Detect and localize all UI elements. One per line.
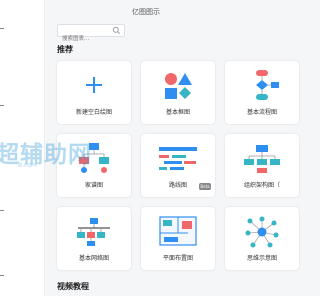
template-card-floor-plan[interactable]: 平面布置图 [141,207,215,270]
section-title-recommended: 推荐 [57,45,73,54]
search-icon[interactable] [112,26,121,35]
template-label: 平面布置图 [162,255,193,262]
template-label: 基本网络图 [78,255,109,262]
template-label: 基本流程图 [246,109,277,116]
template-card-basic-block[interactable]: 基本框图 [141,61,215,124]
template-card-mind-map[interactable]: 思维示意图 [225,207,299,270]
template-card-basic-flowchart[interactable]: 基本流程图 [225,61,299,124]
roadmap-icon [159,147,197,170]
mind-map-icon [245,216,279,248]
template-card-roadmap[interactable]: 路线图 Beta [141,134,215,197]
template-label: 基本框图 [165,109,190,116]
org-chart-icon [244,145,280,173]
beta-badge: Beta [199,183,211,190]
section-title-video-tutorials: 视频教程 [57,282,89,291]
basic-shapes-icon [165,73,192,99]
sidebar-tick [0,210,4,211]
flowchart-icon [256,70,279,100]
search-box[interactable] [57,24,125,45]
template-card-basic-network[interactable]: 基本网络图 [57,207,131,270]
watermark-text: 超辅助网 [0,142,92,168]
app-title: 亿图图示 [132,8,160,16]
network-icon [77,218,110,246]
template-label: 思维示意图 [246,255,277,262]
plus-icon [86,77,102,93]
template-label: 组织架构图（ [243,182,280,189]
template-card-new-blank[interactable]: 新建空白绘图 [57,61,131,124]
sidebar-tick [0,28,4,29]
sidebar-tick [0,105,4,106]
template-card-org-chart[interactable]: 组织架构图（ [225,134,299,197]
template-label: 新建空白绘图 [75,109,112,116]
floor-plan-icon [159,216,197,246]
template-label: 家谱图 [84,182,103,189]
watermark-url: B.com [18,162,37,169]
search-input[interactable] [58,33,116,45]
sidebar-tick [0,275,4,276]
